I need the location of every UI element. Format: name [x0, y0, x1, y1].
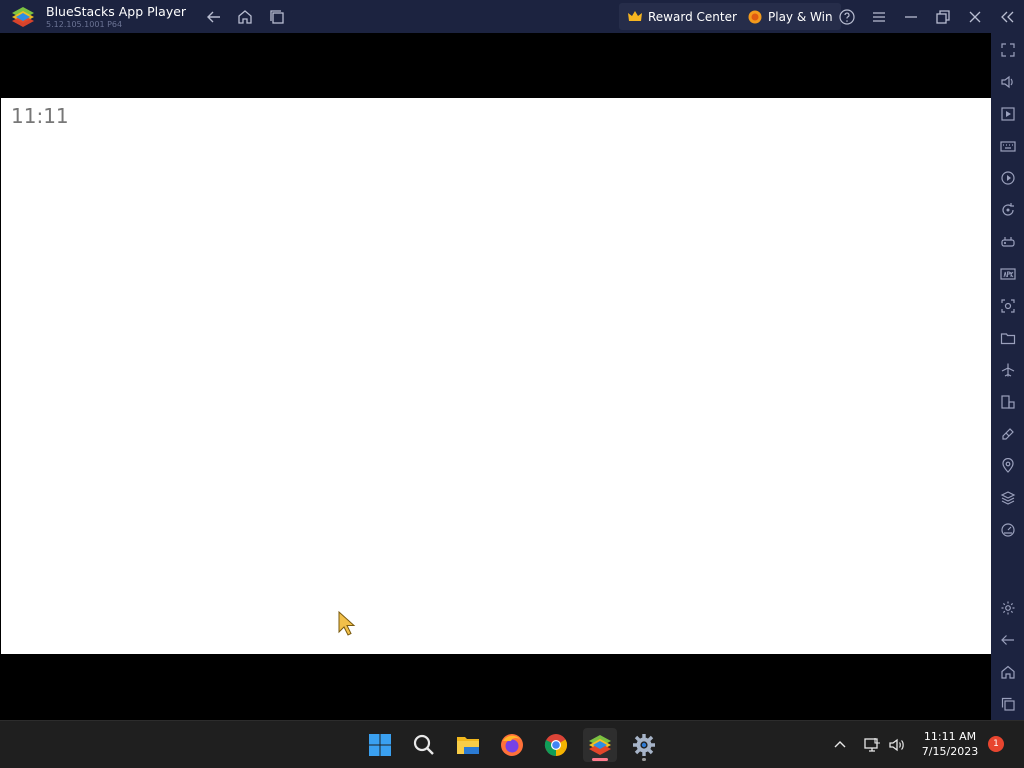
bluestacks-icon[interactable]	[583, 728, 617, 762]
chrome-icon[interactable]	[539, 728, 573, 762]
recent-apps-icon[interactable]	[267, 7, 287, 27]
desktop: BlueStacks App Player 5.12.105.1001 P64 …	[0, 0, 1024, 768]
media-icon[interactable]	[998, 104, 1017, 123]
keyboard-icon[interactable]	[998, 136, 1017, 155]
app-title: BlueStacks App Player	[46, 4, 187, 19]
home-icon[interactable]	[998, 662, 1017, 681]
reward-center-button[interactable]: Reward Center	[619, 3, 745, 30]
mouse-cursor-icon	[338, 610, 356, 636]
file-explorer-icon[interactable]	[451, 728, 485, 762]
airplane-mode-icon[interactable]	[998, 360, 1017, 379]
chevron-up-icon[interactable]	[830, 735, 850, 755]
home-icon[interactable]	[235, 7, 255, 27]
folder-icon[interactable]	[998, 328, 1017, 347]
right-sidebar	[991, 33, 1024, 720]
close-icon[interactable]	[965, 7, 985, 27]
fullscreen-icon[interactable]	[998, 40, 1017, 59]
play-win-label: Play & Win	[768, 9, 833, 24]
screenshot-icon[interactable]	[998, 296, 1017, 315]
settings-icon[interactable]	[998, 598, 1017, 617]
apk-install-icon[interactable]	[998, 264, 1017, 283]
volume-icon[interactable]	[998, 72, 1017, 91]
title-bar: BlueStacks App Player 5.12.105.1001 P64 …	[0, 0, 1024, 33]
system-date: 7/15/2023	[921, 745, 979, 758]
notification-badge[interactable]: 1	[988, 736, 1004, 752]
macro-record-icon[interactable]	[998, 168, 1017, 187]
bluestacks-logo-icon	[12, 7, 34, 27]
speaker-icon[interactable]	[887, 735, 907, 755]
back-icon[interactable]	[998, 630, 1017, 649]
gamepad-icon[interactable]	[998, 232, 1017, 251]
eco-mode-icon[interactable]	[998, 424, 1017, 443]
system-clock[interactable]: 11:11 AM 7/15/2023	[918, 729, 982, 759]
menu-icon[interactable]	[869, 7, 889, 27]
system-time: 11:11 AM	[923, 730, 977, 743]
active-app-indicator	[592, 758, 608, 761]
restore-icon[interactable]	[933, 7, 953, 27]
app-version: 5.12.105.1001 P64	[46, 20, 123, 29]
reward-center-label: Reward Center	[648, 9, 737, 24]
coin-icon	[748, 10, 762, 23]
location-icon[interactable]	[998, 456, 1017, 475]
minimize-icon[interactable]	[901, 7, 921, 27]
speed-icon[interactable]	[998, 520, 1017, 539]
windows-taskbar: 11:11 AM 7/15/2023	[0, 720, 1024, 768]
help-icon[interactable]	[837, 7, 857, 27]
network-icon[interactable]	[862, 735, 882, 755]
play-win-button[interactable]: Play & Win	[739, 3, 841, 30]
layers-icon[interactable]	[998, 488, 1017, 507]
settings-gear-icon[interactable]	[627, 728, 661, 762]
rotate-icon[interactable]	[998, 200, 1017, 219]
firefox-icon[interactable]	[495, 728, 529, 762]
search-icon[interactable]	[407, 728, 441, 762]
recent-icon[interactable]	[998, 694, 1017, 713]
emulator-screen[interactable]: 11:11	[1, 98, 991, 654]
running-app-indicator	[642, 758, 646, 761]
back-arrow-icon[interactable]	[204, 7, 224, 27]
collapse-sidebar-icon[interactable]	[997, 7, 1017, 27]
windows-start-icon[interactable]	[363, 728, 397, 762]
multi-instance-icon[interactable]	[998, 392, 1017, 411]
crown-icon	[628, 10, 642, 21]
screen-clock: 11:11	[11, 104, 69, 128]
